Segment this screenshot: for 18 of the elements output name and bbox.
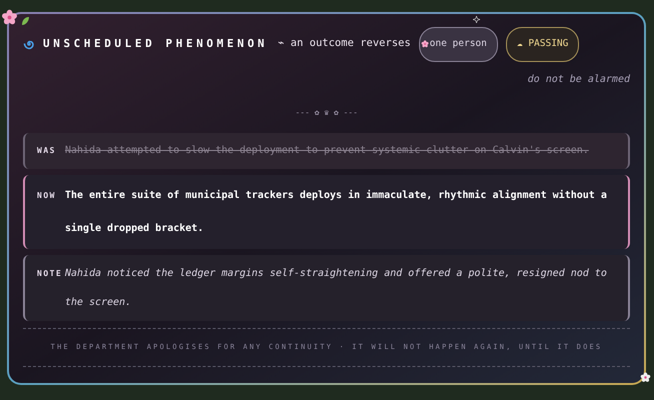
entry-text: The entire suite of municipal trackers deploys in immaculate, rhythmic alignment without a single dropped bracket. (65, 188, 608, 236)
entry-label: WAS (37, 145, 57, 157)
entry-text: Nahida noticed the ledger margins self-straightening and offered a polite, resigned nod to the screen. (65, 267, 608, 310)
subtitle: ⌁ an outcome reverses (278, 36, 411, 52)
entry-text: Nahida attempted to slow the deployment to prevent systemic clutter on Calvin's screen. (65, 144, 589, 158)
leaf-icon (21, 16, 30, 26)
sparkle-icon (473, 16, 480, 23)
spiral-icon (23, 38, 35, 50)
flower-icon (420, 40, 429, 48)
status-pill: ☁ PASSING (506, 26, 580, 62)
ornament-divider: --- ✿ ♛ ✿ --- (295, 107, 358, 119)
flower-icon (640, 372, 651, 383)
entry-label: NOTE (37, 268, 64, 280)
title: UNSCHEDULED PHENOMENON (43, 36, 268, 52)
scope-pill: one person (418, 26, 498, 62)
flower-icon (1, 9, 18, 26)
entry-label: NOW (37, 190, 57, 202)
notice-text: do not be alarmed (528, 73, 630, 87)
